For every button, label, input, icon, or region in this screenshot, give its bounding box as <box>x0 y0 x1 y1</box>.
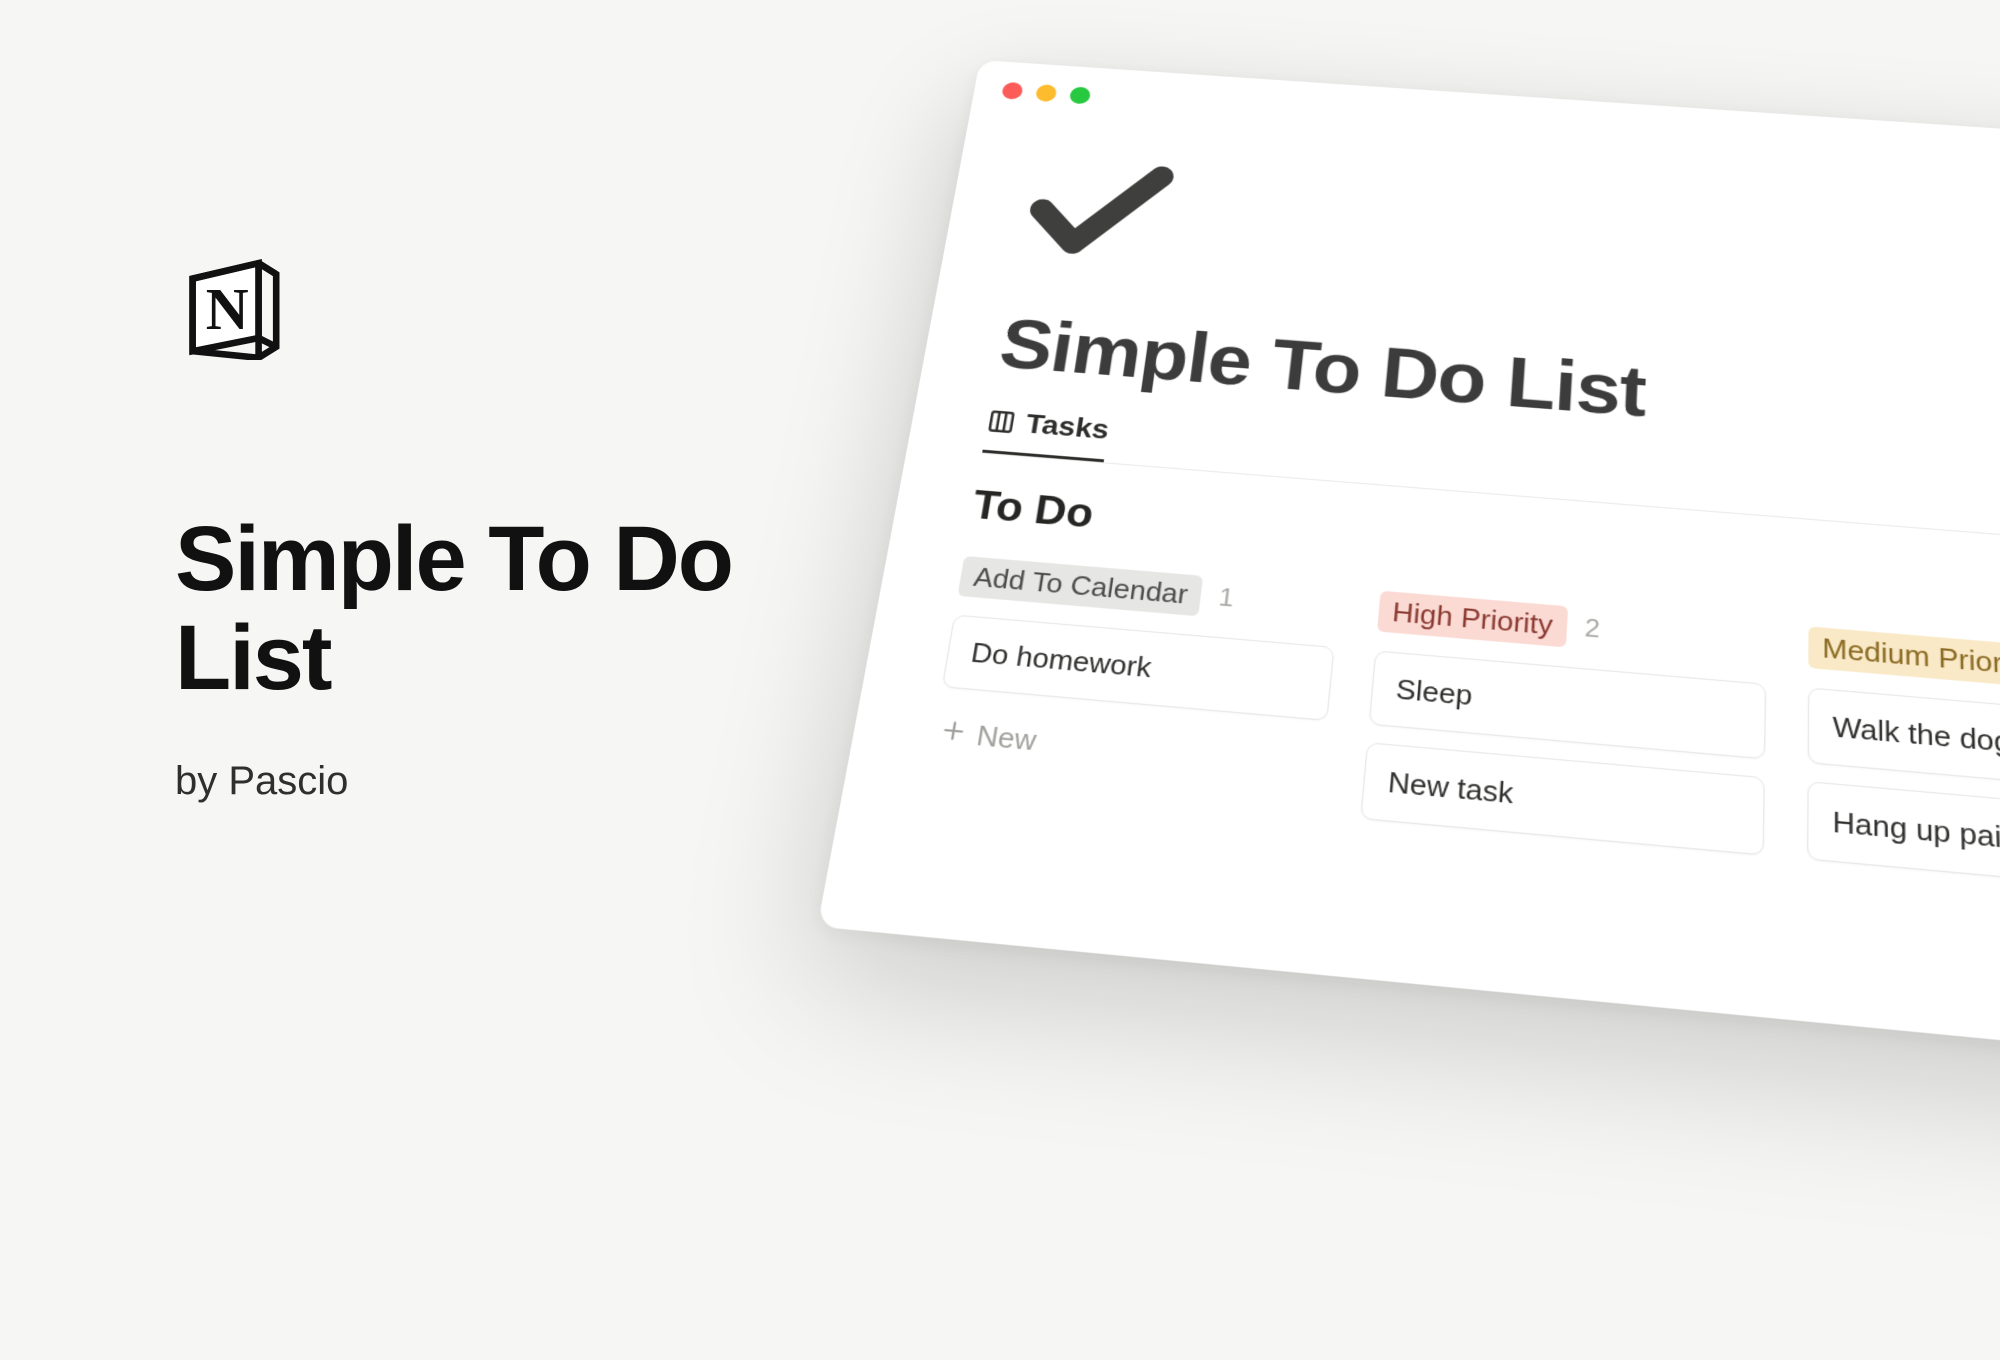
add-task-label: New <box>974 719 1038 758</box>
board-columns: Add To Calendar 1 Do homework New <box>923 556 2000 918</box>
task-card[interactable]: Walk the dog <box>1808 687 2000 799</box>
window-minimize-icon[interactable] <box>1035 84 1058 102</box>
promo-panel: N Simple To Do List by Pascio <box>175 250 775 804</box>
app-window: Simple To Do List Tasks To Do <box>817 60 2000 1073</box>
promo-title: Simple To Do List <box>175 510 775 709</box>
add-task-button[interactable]: New <box>929 704 1325 795</box>
svg-text:N: N <box>206 276 249 342</box>
window-close-icon[interactable] <box>1001 82 1024 100</box>
tab-tasks[interactable]: Tasks <box>982 405 1111 462</box>
app-window-stage: Simple To Do List Tasks To Do <box>980 60 2000 1360</box>
app-body: Simple To Do List Tasks To Do <box>843 97 2000 927</box>
task-card[interactable]: New task <box>1360 742 1765 856</box>
window-maximize-icon[interactable] <box>1069 86 1092 104</box>
plus-icon <box>938 716 969 752</box>
column-count: 1 <box>1217 583 1235 613</box>
task-card[interactable]: Sleep <box>1369 650 1766 759</box>
column-tag[interactable]: Medium Priority <box>1808 626 2000 688</box>
column-count: 2 <box>1584 614 1601 645</box>
board-column: Add To Calendar 1 Do homework New <box>929 556 1340 795</box>
column-tag[interactable]: Add To Calendar <box>957 556 1203 616</box>
tab-tasks-label: Tasks <box>1024 408 1112 445</box>
task-card[interactable]: Hang up paintin <box>1807 781 2000 897</box>
board-column: High Priority 2 Sleep New task <box>1359 591 1767 874</box>
notion-logo-icon: N <box>175 250 285 360</box>
column-header: High Priority 2 <box>1377 591 1767 665</box>
promo-byline: by Pascio <box>175 759 775 804</box>
column-tag[interactable]: High Priority <box>1377 591 1568 648</box>
board-view-icon <box>986 408 1018 435</box>
task-card[interactable]: Do homework <box>942 614 1335 721</box>
checkmark-icon <box>1016 152 1176 268</box>
column-header: Add To Calendar 1 <box>957 556 1340 628</box>
board-column: Medium Priority Walk the dog Hang up pai… <box>1807 626 2000 916</box>
